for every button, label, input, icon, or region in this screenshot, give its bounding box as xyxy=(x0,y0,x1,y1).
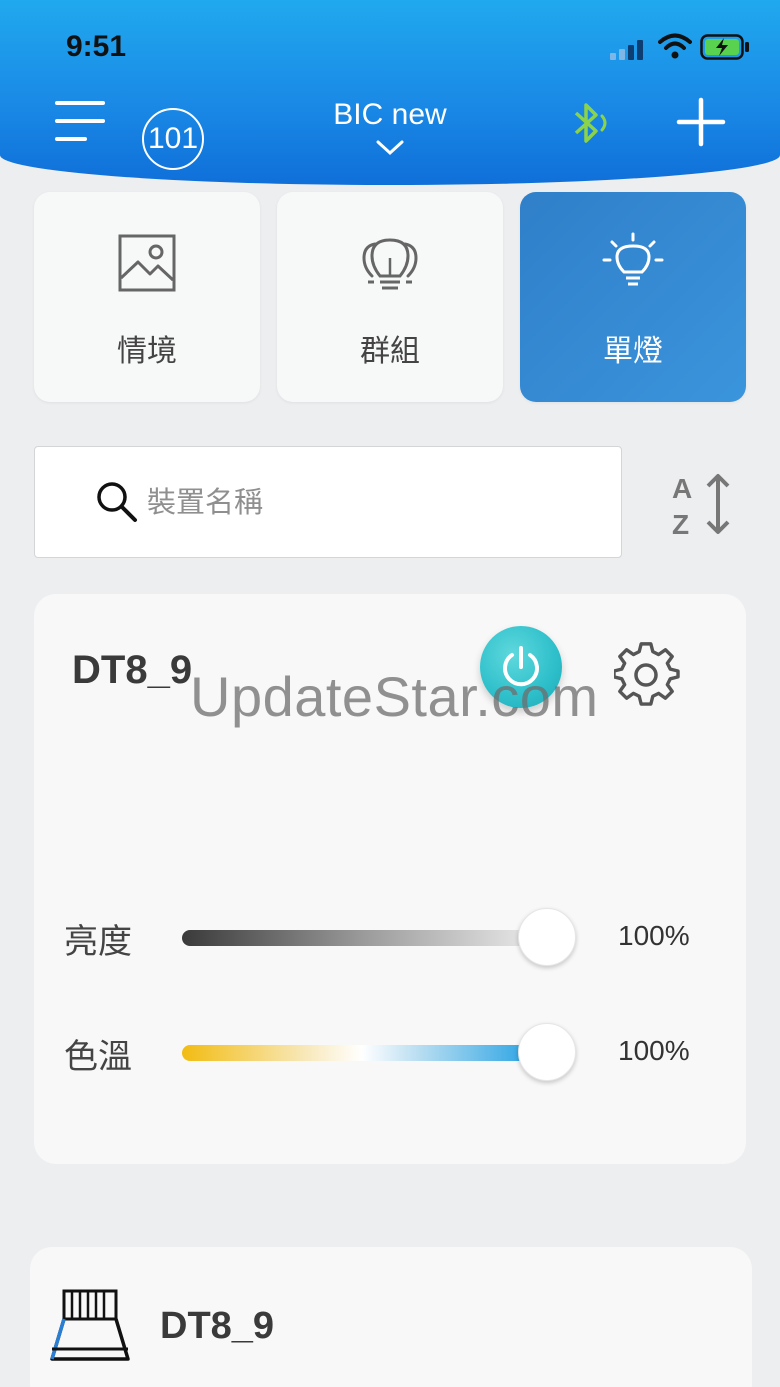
battery-charging-icon xyxy=(700,34,749,60)
svg-text:A: A xyxy=(672,473,692,504)
site-selector[interactable]: BIC new xyxy=(290,98,490,156)
bulbs-group-icon xyxy=(362,238,418,290)
device-card[interactable]: DT8_9 xyxy=(30,1247,752,1387)
tab-single-light[interactable]: 單燈 xyxy=(520,192,746,402)
search-icon xyxy=(97,482,137,522)
count-badge[interactable]: 101 xyxy=(142,108,204,170)
chevron-down-icon[interactable] xyxy=(376,140,404,156)
color-temp-row: 色溫 100% xyxy=(34,1023,746,1083)
brightness-row: 亮度 100% xyxy=(34,908,746,968)
device-name: DT8_9 xyxy=(160,1305,275,1347)
svg-text:Z: Z xyxy=(672,509,689,540)
search-input[interactable] xyxy=(147,485,587,519)
plus-icon[interactable] xyxy=(676,97,726,147)
downlight-icon xyxy=(50,1289,130,1361)
tab-scenes[interactable]: 情境 xyxy=(34,192,260,402)
device-card[interactable]: DT8_9 UpdateStar.com 亮度 100% 色溫 100% xyxy=(34,594,746,1164)
sort-az-icon[interactable]: A Z xyxy=(668,470,738,540)
cellular-signal-icon xyxy=(610,40,643,60)
watermark: UpdateStar.com xyxy=(190,665,599,728)
brightness-slider-thumb[interactable] xyxy=(518,908,576,966)
page-title[interactable]: BIC new xyxy=(290,98,490,132)
brightness-slider[interactable] xyxy=(182,930,542,946)
tab-label: 情境 xyxy=(117,334,177,369)
search-box[interactable] xyxy=(34,446,622,558)
wifi-icon xyxy=(658,33,692,59)
color-temp-label: 色溫 xyxy=(64,1037,132,1077)
status-time: 9:51 xyxy=(66,30,127,63)
tab-label: 群組 xyxy=(360,334,420,369)
bulb-icon xyxy=(602,232,664,286)
color-temp-slider-thumb[interactable] xyxy=(518,1023,576,1081)
device-name: DT8_9 xyxy=(72,648,193,692)
bluetooth-icon[interactable] xyxy=(568,100,614,146)
tab-groups[interactable]: 群組 xyxy=(277,192,503,402)
color-temp-value: 100% xyxy=(618,1035,690,1066)
color-temp-slider[interactable] xyxy=(182,1045,542,1061)
brightness-value: 100% xyxy=(618,920,690,951)
menu-icon[interactable] xyxy=(55,100,105,142)
tab-label: 單燈 xyxy=(603,334,663,369)
image-icon xyxy=(118,234,176,292)
brightness-label: 亮度 xyxy=(64,922,132,962)
gear-icon[interactable] xyxy=(614,642,680,708)
app-header: 9:51 101 BIC new xyxy=(0,0,780,185)
